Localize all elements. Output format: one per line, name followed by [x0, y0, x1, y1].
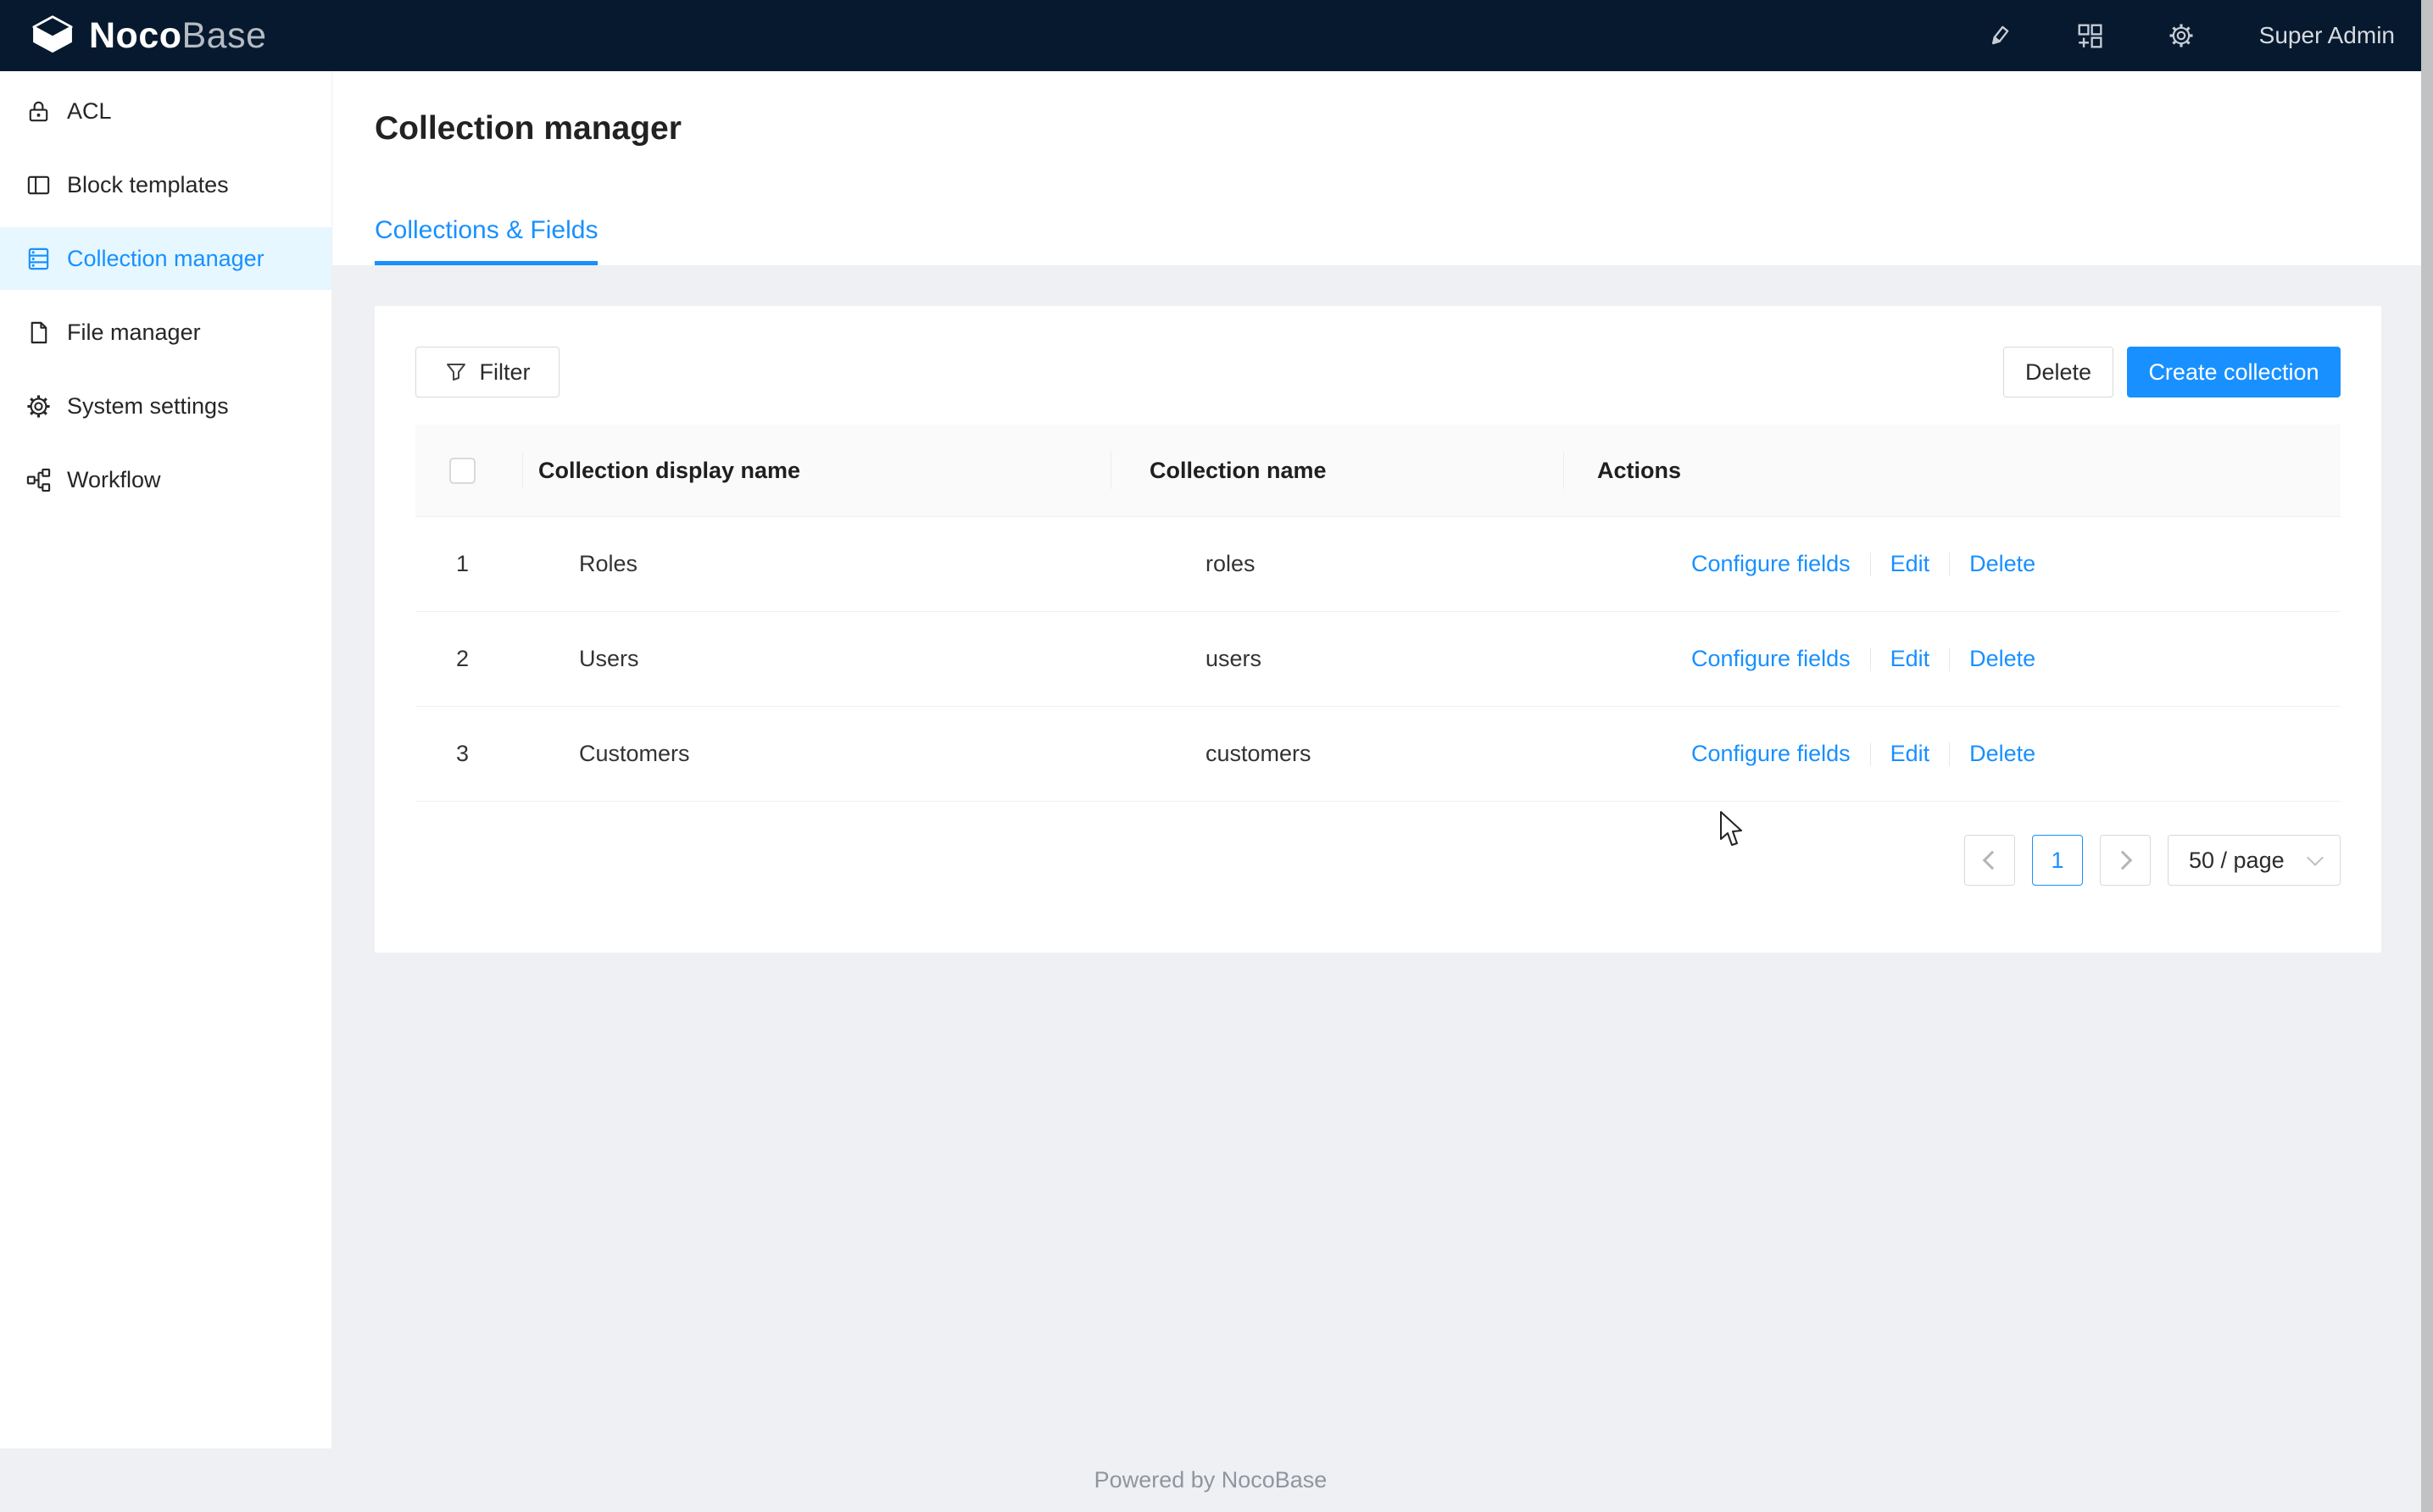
- sidebar-item-system-settings[interactable]: System settings: [0, 375, 331, 437]
- app: NocoBase: [0, 0, 2421, 1512]
- sidebar-item-workflow[interactable]: Workflow: [0, 448, 331, 511]
- sidebar: ACL Block templates: [0, 71, 332, 1448]
- row-index: 3: [415, 741, 564, 767]
- chevron-left-icon: [1983, 851, 2002, 870]
- sidebar-item-label: ACL: [67, 98, 112, 125]
- page-body: Filter Delete Create collection Collecti…: [332, 265, 2421, 1448]
- delete-link[interactable]: Delete: [1969, 646, 2035, 672]
- vertical-scrollbar[interactable]: [2421, 0, 2433, 1512]
- page-1-button[interactable]: 1: [2032, 835, 2083, 886]
- content: Collection manager Collections & Fields …: [332, 71, 2421, 1448]
- action-divider: [1949, 553, 1950, 576]
- configure-fields-link[interactable]: Configure fields: [1691, 551, 1851, 577]
- collection-name: users: [1167, 646, 1658, 672]
- toolbar: Filter Delete Create collection: [415, 347, 2341, 397]
- topbar-actions: Super Admin: [1985, 22, 2395, 49]
- select-all-checkbox[interactable]: [449, 458, 476, 484]
- settings-icon[interactable]: [2168, 22, 2195, 49]
- lock-icon: [25, 98, 52, 125]
- collection-display-name: Customers: [564, 741, 1167, 767]
- page-size-select[interactable]: 50 / page: [2168, 835, 2341, 886]
- user-menu[interactable]: Super Admin: [2259, 22, 2395, 49]
- delete-button[interactable]: Delete: [2003, 347, 2113, 397]
- filter-button[interactable]: Filter: [415, 347, 560, 397]
- page-footer: Powered by NocoBase: [0, 1448, 2421, 1512]
- top-bar: NocoBase: [0, 0, 2421, 71]
- next-page-button[interactable]: [2100, 835, 2151, 886]
- sidebar-item-collection-manager[interactable]: Collection manager: [0, 227, 331, 290]
- collection-name: customers: [1167, 741, 1658, 767]
- column-header-display-name: Collection display name: [523, 458, 1111, 484]
- collection-display-name: Users: [564, 646, 1167, 672]
- action-divider: [1870, 648, 1871, 671]
- gear-icon: [25, 393, 52, 420]
- sidebar-item-label: System settings: [67, 393, 229, 420]
- database-icon: [25, 246, 52, 272]
- row-actions: Configure fields Edit Delete: [1658, 551, 2341, 577]
- delete-link[interactable]: Delete: [1969, 551, 2035, 577]
- tab-bar: Collections & Fields: [375, 214, 2379, 265]
- collections-table: Collection display name Collection name …: [415, 425, 2341, 802]
- filter-icon: [445, 361, 467, 383]
- collection-name: roles: [1167, 551, 1658, 577]
- row-index: 1: [415, 551, 564, 577]
- sidebar-item-label: Workflow: [67, 467, 161, 493]
- page-header: Collection manager Collections & Fields: [332, 71, 2421, 265]
- sidebar-item-file-manager[interactable]: File manager: [0, 301, 331, 364]
- nocobase-logo[interactable]: NocoBase: [29, 14, 267, 57]
- toolbar-right: Delete Create collection: [2003, 347, 2341, 397]
- action-divider: [1949, 742, 1950, 766]
- collections-card: Filter Delete Create collection Collecti…: [375, 306, 2381, 953]
- table-row: 3 Customers customers Configure fields E…: [415, 707, 2341, 802]
- appstore-add-icon[interactable]: [2076, 22, 2103, 49]
- sidebar-item-label: Block templates: [67, 172, 229, 198]
- chevron-right-icon: [2113, 851, 2133, 870]
- action-divider: [1949, 648, 1950, 671]
- highlight-icon[interactable]: [1985, 22, 2012, 49]
- edit-link[interactable]: Edit: [1890, 551, 1930, 577]
- pagination: 1 50 / page: [415, 835, 2341, 886]
- column-header-actions: Actions: [1564, 458, 2341, 484]
- action-divider: [1870, 742, 1871, 766]
- column-header-name: Collection name: [1111, 458, 1564, 484]
- logo-text: NocoBase: [89, 15, 267, 57]
- table-row: 1 Roles roles Configure fields Edit Dele…: [415, 517, 2341, 612]
- edit-link[interactable]: Edit: [1890, 646, 1930, 672]
- sidebar-item-label: Collection manager: [67, 246, 264, 272]
- page-title: Collection manager: [375, 105, 2379, 153]
- powered-by-text: Powered by NocoBase: [1094, 1467, 1328, 1493]
- row-actions: Configure fields Edit Delete: [1658, 741, 2341, 767]
- sidebar-item-block-templates[interactable]: Block templates: [0, 153, 331, 216]
- configure-fields-link[interactable]: Configure fields: [1691, 741, 1851, 767]
- row-actions: Configure fields Edit Delete: [1658, 646, 2341, 672]
- configure-fields-link[interactable]: Configure fields: [1691, 646, 1851, 672]
- table-header: Collection display name Collection name …: [415, 425, 2341, 517]
- sidebar-item-acl[interactable]: ACL: [0, 80, 331, 142]
- nocobase-logo-icon: [29, 14, 76, 57]
- file-icon: [25, 320, 52, 346]
- main-area: ACL Block templates: [0, 71, 2421, 1448]
- row-index: 2: [415, 646, 564, 672]
- edit-link[interactable]: Edit: [1890, 741, 1930, 767]
- delete-link[interactable]: Delete: [1969, 741, 2035, 767]
- layout-icon: [25, 172, 52, 198]
- table-row: 2 Users users Configure fields Edit Dele…: [415, 612, 2341, 707]
- chevron-down-icon: [2307, 849, 2324, 866]
- action-divider: [1870, 553, 1871, 576]
- create-collection-button[interactable]: Create collection: [2127, 347, 2341, 397]
- prev-page-button[interactable]: [1964, 835, 2015, 886]
- tab-collections-and-fields[interactable]: Collections & Fields: [375, 214, 598, 265]
- page-size-value: 50 / page: [2189, 848, 2285, 874]
- sidebar-item-label: File manager: [67, 320, 201, 346]
- collection-display-name: Roles: [564, 551, 1167, 577]
- partition-icon: [25, 467, 52, 493]
